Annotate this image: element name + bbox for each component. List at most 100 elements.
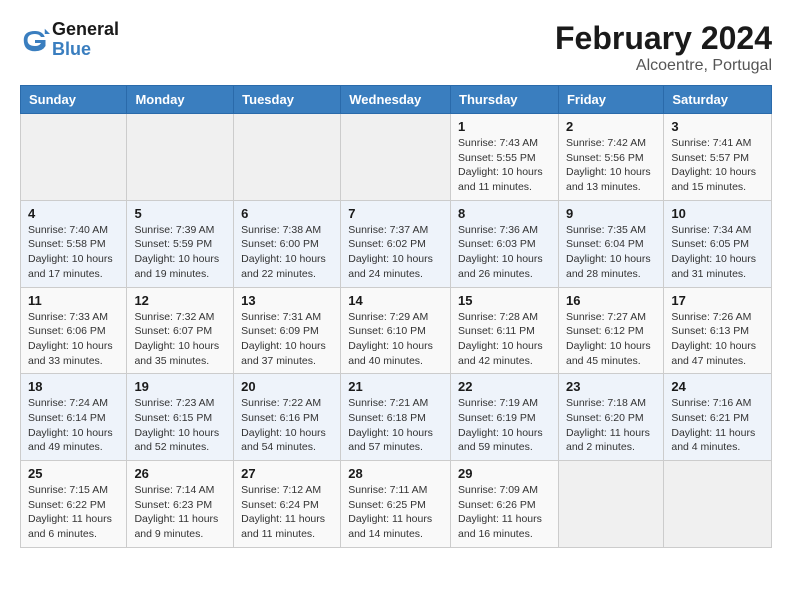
calendar-cell: 7 Sunrise: 7:37 AM Sunset: 6:02 PM Daylig… [341, 200, 451, 287]
column-header-sunday: Sunday [21, 86, 127, 114]
calendar-cell: 22Sunrise: 7:19 AM Sunset: 6:19 PM Dayli… [451, 374, 559, 461]
calendar-cell: 13 Sunrise: 7:31 AM Sunset: 6:09 PM Dayli… [234, 287, 341, 374]
calendar-week-4: 18 Sunrise: 7:24 AM Sunset: 6:14 PM Dayli… [21, 374, 772, 461]
day-number: 17 [671, 293, 764, 308]
column-header-monday: Monday [127, 86, 234, 114]
calendar-cell [234, 114, 341, 201]
day-number: 8 [458, 206, 551, 221]
calendar-header-row: SundayMondayTuesdayWednesdayThursdayFrid… [21, 86, 772, 114]
calendar-cell: 21Sunrise: 7:21 AM Sunset: 6:18 PM Dayli… [341, 374, 451, 461]
calendar-cell: 24 Sunrise: 7:16 AM Sunset: 6:21 PM Dayli… [664, 374, 772, 461]
day-info: Sunrise: 7:24 AM Sunset: 6:14 PM Dayligh… [28, 396, 119, 455]
day-number: 25 [28, 466, 119, 481]
column-header-tuesday: Tuesday [234, 86, 341, 114]
calendar-cell: 2Sunrise: 7:42 AM Sunset: 5:56 PM Daylig… [558, 114, 663, 201]
calendar-body: 1 Sunrise: 7:43 AM Sunset: 5:55 PM Daylig… [21, 114, 772, 548]
day-info: Sunrise: 7:42 AM Sunset: 5:56 PM Dayligh… [566, 136, 656, 195]
day-info: Sunrise: 7:28 AM Sunset: 6:11 PM Dayligh… [458, 310, 551, 369]
day-number: 15 [458, 293, 551, 308]
calendar-cell [664, 461, 772, 548]
day-number: 22 [458, 379, 551, 394]
logo-text: General Blue [52, 20, 119, 60]
day-number: 14 [348, 293, 443, 308]
calendar-week-5: 25 Sunrise: 7:15 AM Sunset: 6:22 PM Dayli… [21, 461, 772, 548]
day-info: Sunrise: 7:12 AM Sunset: 6:24 PM Dayligh… [241, 483, 333, 542]
day-number: 16 [566, 293, 656, 308]
day-number: 24 [671, 379, 764, 394]
day-info: Sunrise: 7:14 AM Sunset: 6:23 PM Dayligh… [134, 483, 226, 542]
calendar-cell: 15 Sunrise: 7:28 AM Sunset: 6:11 PM Dayli… [451, 287, 559, 374]
calendar-cell [21, 114, 127, 201]
day-number: 19 [134, 379, 226, 394]
calendar-cell: 9 Sunrise: 7:35 AM Sunset: 6:04 PM Daylig… [558, 200, 663, 287]
day-info: Sunrise: 7:35 AM Sunset: 6:04 PM Dayligh… [566, 223, 656, 282]
calendar-cell: 17 Sunrise: 7:26 AM Sunset: 6:13 PM Dayli… [664, 287, 772, 374]
calendar-cell: 19 Sunrise: 7:23 AM Sunset: 6:15 PM Dayli… [127, 374, 234, 461]
day-number: 20 [241, 379, 333, 394]
day-number: 13 [241, 293, 333, 308]
calendar-week-2: 4 Sunrise: 7:40 AM Sunset: 5:58 PM Daylig… [21, 200, 772, 287]
day-info: Sunrise: 7:41 AM Sunset: 5:57 PM Dayligh… [671, 136, 764, 195]
day-info: Sunrise: 7:31 AM Sunset: 6:09 PM Dayligh… [241, 310, 333, 369]
calendar-cell: 11Sunrise: 7:33 AM Sunset: 6:06 PM Dayli… [21, 287, 127, 374]
column-header-saturday: Saturday [664, 86, 772, 114]
day-info: Sunrise: 7:43 AM Sunset: 5:55 PM Dayligh… [458, 136, 551, 195]
day-info: Sunrise: 7:37 AM Sunset: 6:02 PM Dayligh… [348, 223, 443, 282]
day-info: Sunrise: 7:21 AM Sunset: 6:18 PM Dayligh… [348, 396, 443, 455]
day-number: 4 [28, 206, 119, 221]
day-info: Sunrise: 7:38 AM Sunset: 6:00 PM Dayligh… [241, 223, 333, 282]
day-number: 7 [348, 206, 443, 221]
calendar-cell: 25 Sunrise: 7:15 AM Sunset: 6:22 PM Dayli… [21, 461, 127, 548]
calendar-cell: 3 Sunrise: 7:41 AM Sunset: 5:57 PM Daylig… [664, 114, 772, 201]
calendar-cell: 29 Sunrise: 7:09 AM Sunset: 6:26 PM Dayli… [451, 461, 559, 548]
column-header-friday: Friday [558, 86, 663, 114]
day-number: 23 [566, 379, 656, 394]
calendar-cell: 27 Sunrise: 7:12 AM Sunset: 6:24 PM Dayli… [234, 461, 341, 548]
calendar-cell: 4 Sunrise: 7:40 AM Sunset: 5:58 PM Daylig… [21, 200, 127, 287]
calendar-cell [558, 461, 663, 548]
day-info: Sunrise: 7:15 AM Sunset: 6:22 PM Dayligh… [28, 483, 119, 542]
day-info: Sunrise: 7:27 AM Sunset: 6:12 PM Dayligh… [566, 310, 656, 369]
day-info: Sunrise: 7:29 AM Sunset: 6:10 PM Dayligh… [348, 310, 443, 369]
title-block: February 2024 Alcoentre, Portugal [555, 20, 772, 75]
day-info: Sunrise: 7:11 AM Sunset: 6:25 PM Dayligh… [348, 483, 443, 542]
calendar-table: SundayMondayTuesdayWednesdayThursdayFrid… [20, 85, 772, 548]
page-title: February 2024 [555, 20, 772, 57]
day-info: Sunrise: 7:16 AM Sunset: 6:21 PM Dayligh… [671, 396, 764, 455]
calendar-cell: 26 Sunrise: 7:14 AM Sunset: 6:23 PM Dayli… [127, 461, 234, 548]
column-header-thursday: Thursday [451, 86, 559, 114]
day-number: 26 [134, 466, 226, 481]
day-info: Sunrise: 7:34 AM Sunset: 6:05 PM Dayligh… [671, 223, 764, 282]
day-number: 18 [28, 379, 119, 394]
calendar-week-3: 11Sunrise: 7:33 AM Sunset: 6:06 PM Dayli… [21, 287, 772, 374]
day-number: 9 [566, 206, 656, 221]
calendar-week-1: 1 Sunrise: 7:43 AM Sunset: 5:55 PM Daylig… [21, 114, 772, 201]
day-number: 1 [458, 119, 551, 134]
day-number: 6 [241, 206, 333, 221]
calendar-cell: 8Sunrise: 7:36 AM Sunset: 6:03 PM Daylig… [451, 200, 559, 287]
day-info: Sunrise: 7:22 AM Sunset: 6:16 PM Dayligh… [241, 396, 333, 455]
day-number: 3 [671, 119, 764, 134]
day-number: 29 [458, 466, 551, 481]
page-subtitle: Alcoentre, Portugal [555, 57, 772, 75]
day-info: Sunrise: 7:09 AM Sunset: 6:26 PM Dayligh… [458, 483, 551, 542]
day-info: Sunrise: 7:23 AM Sunset: 6:15 PM Dayligh… [134, 396, 226, 455]
day-info: Sunrise: 7:40 AM Sunset: 5:58 PM Dayligh… [28, 223, 119, 282]
calendar-cell: 28 Sunrise: 7:11 AM Sunset: 6:25 PM Dayli… [341, 461, 451, 548]
day-info: Sunrise: 7:26 AM Sunset: 6:13 PM Dayligh… [671, 310, 764, 369]
calendar-cell: 16 Sunrise: 7:27 AM Sunset: 6:12 PM Dayli… [558, 287, 663, 374]
day-number: 10 [671, 206, 764, 221]
calendar-cell: 1 Sunrise: 7:43 AM Sunset: 5:55 PM Daylig… [451, 114, 559, 201]
day-number: 11 [28, 293, 119, 308]
calendar-cell: 18 Sunrise: 7:24 AM Sunset: 6:14 PM Dayli… [21, 374, 127, 461]
calendar-cell [127, 114, 234, 201]
calendar-cell [341, 114, 451, 201]
day-number: 28 [348, 466, 443, 481]
calendar-cell: 6 Sunrise: 7:38 AM Sunset: 6:00 PM Daylig… [234, 200, 341, 287]
day-info: Sunrise: 7:18 AM Sunset: 6:20 PM Dayligh… [566, 396, 656, 455]
page-header: General Blue February 2024 Alcoentre, Po… [20, 20, 772, 75]
day-info: Sunrise: 7:39 AM Sunset: 5:59 PM Dayligh… [134, 223, 226, 282]
day-number: 27 [241, 466, 333, 481]
day-info: Sunrise: 7:32 AM Sunset: 6:07 PM Dayligh… [134, 310, 226, 369]
calendar-cell: 5Sunrise: 7:39 AM Sunset: 5:59 PM Daylig… [127, 200, 234, 287]
